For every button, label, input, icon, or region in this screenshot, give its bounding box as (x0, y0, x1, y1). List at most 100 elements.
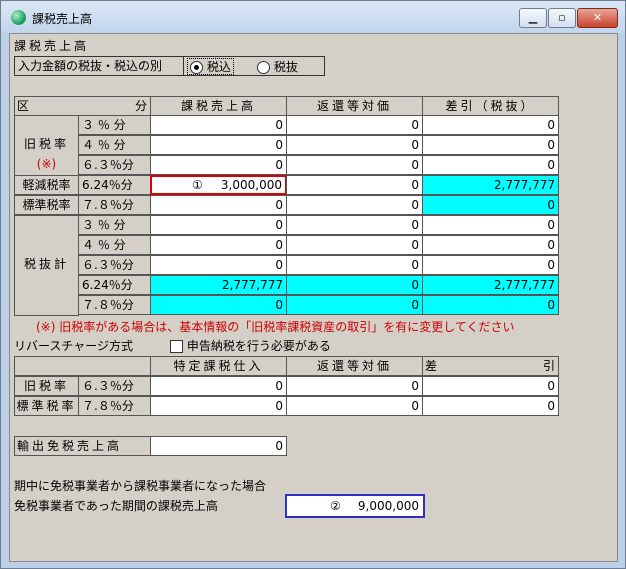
sales-cell: 0 (150, 255, 287, 275)
net-cell: 2,777,777 (422, 275, 559, 295)
header-sales: 課税売上高 (150, 96, 287, 116)
sales-table: 区 分 課税売上高 返還等対価 差引（税抜） 旧税率 (※) 軽減税率 標準税率… (14, 96, 559, 317)
export-label: 輸出免税売上高 (14, 436, 151, 456)
exempt-line2: 免税事業者であった期間の課税売上高 (14, 499, 218, 513)
radio-excluded[interactable]: 税抜 (257, 59, 298, 75)
reverse-charge-table: 特定課税仕入 返還等対価 差 引 旧税率 ６.３％分 0 0 0 標準税率 ７.８％分 0 0 0 (14, 356, 559, 417)
header-category: 区 分 (14, 96, 151, 116)
minimize-icon: ▁ (528, 11, 538, 24)
rc-v2-cell[interactable]: 0 (286, 376, 423, 396)
window-title: 課税売上高 (32, 12, 93, 26)
minimize-button[interactable]: ▁ (519, 8, 547, 28)
rate-label: ６.３％分 (78, 255, 151, 275)
header-category-label: 区 (17, 99, 30, 113)
returns-cell[interactable]: 0 (286, 155, 423, 175)
client-area: 課税売上高 入力金額の税抜・税込の別 税込 税抜 区 分 課税売上高 返還等対価… (9, 33, 618, 562)
group-standard-rate: 標準税率 (14, 195, 79, 215)
sales-cell[interactable]: 0 (150, 155, 287, 175)
rc-v3-cell: 0 (422, 396, 559, 416)
net-cell: 0 (422, 235, 559, 255)
group-tax-excluded-total: 税抜計 (14, 215, 79, 316)
maximize-button[interactable]: ▫ (548, 8, 576, 28)
sales-cell[interactable]: 0 (150, 135, 287, 155)
section-title: 課税売上高 (14, 39, 90, 53)
net-cell: 2,777,777 (422, 175, 559, 195)
group-old-rate: 旧税率 (※) (14, 115, 79, 176)
group-tax-excluded-total-label: 税抜計 (23, 257, 69, 271)
rc-header-purchases: 特定課税仕入 (150, 356, 287, 376)
returns-cell: 0 (286, 255, 423, 275)
net-cell: 0 (422, 295, 559, 315)
rc-header-net-a: 差 (425, 359, 438, 373)
rate-label: ４ ％ 分 (78, 135, 151, 155)
returns-cell[interactable]: 0 (286, 135, 423, 155)
rc-header-net-b: 引 (542, 359, 555, 373)
window: 課税売上高 ▁ ▫ ✕ 課税売上高 入力金額の税抜・税込の別 税込 税抜 区 分 (0, 0, 626, 569)
export-row: 輸出免税売上高 0 (14, 436, 287, 456)
sales-cell[interactable]: 0 (150, 195, 287, 215)
old-rate-note: (※) 旧税率がある場合は、基本情報の「旧税率課税資産の取引」を有に変更してくだ… (36, 320, 515, 334)
returns-cell: 0 (286, 235, 423, 255)
radio-included[interactable]: 税込 (187, 58, 234, 75)
returns-cell[interactable]: 0 (286, 195, 423, 215)
rc-row-label: 標準税率 (14, 396, 79, 416)
net-cell: 0 (422, 155, 559, 175)
sales-cell[interactable]: 0 (150, 115, 287, 135)
rate-label: 6.24％分 (78, 275, 151, 295)
sales-cell: 0 (150, 295, 287, 315)
reverse-charge-checkbox[interactable]: 申告納税を行う必要がある (170, 338, 331, 354)
sales-marker: ① (192, 178, 203, 192)
maximize-icon: ▫ (558, 11, 566, 24)
sales-cell[interactable]: 3,000,000 ① (150, 175, 287, 195)
sales-cell: 0 (150, 235, 287, 255)
rate-label: ６.３％分 (78, 155, 151, 175)
header-category-label-b: 分 (134, 99, 147, 113)
app-icon (11, 10, 26, 25)
returns-cell[interactable]: 0 (286, 115, 423, 135)
radio-included-dot (190, 61, 203, 74)
returns-cell: 0 (286, 295, 423, 315)
rc-v3-cell: 0 (422, 376, 559, 396)
export-value[interactable]: 0 (150, 436, 287, 456)
rc-v1-cell[interactable]: 0 (150, 376, 287, 396)
rate-label: ７.８％分 (78, 295, 151, 315)
radio-excluded-dot (257, 61, 270, 74)
close-icon: ✕ (592, 11, 603, 24)
exempt-sales-value: 9,000,000 (357, 499, 419, 513)
title-bar: 課税売上高 ▁ ▫ ✕ (1, 1, 625, 33)
rate-label: ３ ％ 分 (78, 215, 151, 235)
tax-mode-box: 入力金額の税抜・税込の別 税込 税抜 (14, 56, 325, 76)
net-cell: 0 (422, 215, 559, 235)
rate-label: ３ ％ 分 (78, 115, 151, 135)
group-reduced-rate: 軽減税率 (14, 175, 79, 195)
net-cell: 0 (422, 195, 559, 215)
exempt-marker: ② (330, 499, 341, 513)
sales-cell: 2,777,777 (150, 275, 287, 295)
rate-label: ４ ％ 分 (78, 235, 151, 255)
header-net: 差引（税抜） (422, 96, 559, 116)
radio-excluded-label: 税抜 (273, 60, 298, 74)
rc-rate-label: ７.８％分 (78, 396, 151, 416)
rate-label: ７.８％分 (78, 195, 151, 215)
reverse-charge-checkbox-label: 申告納税を行う必要がある (186, 339, 331, 353)
close-button[interactable]: ✕ (577, 8, 618, 28)
reverse-charge-title: リバースチャージ方式 (14, 339, 134, 353)
rc-header-net: 差 引 (422, 356, 559, 376)
exempt-sales-field[interactable]: ② 9,000,000 (285, 494, 425, 518)
rc-header-returns: 返還等対価 (286, 356, 423, 376)
radio-included-label: 税込 (206, 60, 231, 74)
rc-v1-cell[interactable]: 0 (150, 396, 287, 416)
rc-v2-cell[interactable]: 0 (286, 396, 423, 416)
sales-cell: 0 (150, 215, 287, 235)
exempt-line1: 期中に免税事業者から課税事業者になった場合 (14, 479, 267, 493)
rc-header-category (14, 356, 151, 376)
returns-cell: 0 (286, 215, 423, 235)
reverse-charge-checkbox-box (170, 340, 183, 353)
rc-rate-label: ６.３％分 (78, 376, 151, 396)
tax-mode-label: 入力金額の税抜・税込の別 (18, 59, 163, 73)
group-old-rate-note: (※) (36, 157, 57, 171)
returns-cell[interactable]: 0 (286, 175, 423, 195)
returns-cell: 0 (286, 275, 423, 295)
group-old-rate-label: 旧税率 (23, 137, 69, 151)
rate-label: 6.24％分 (78, 175, 151, 195)
